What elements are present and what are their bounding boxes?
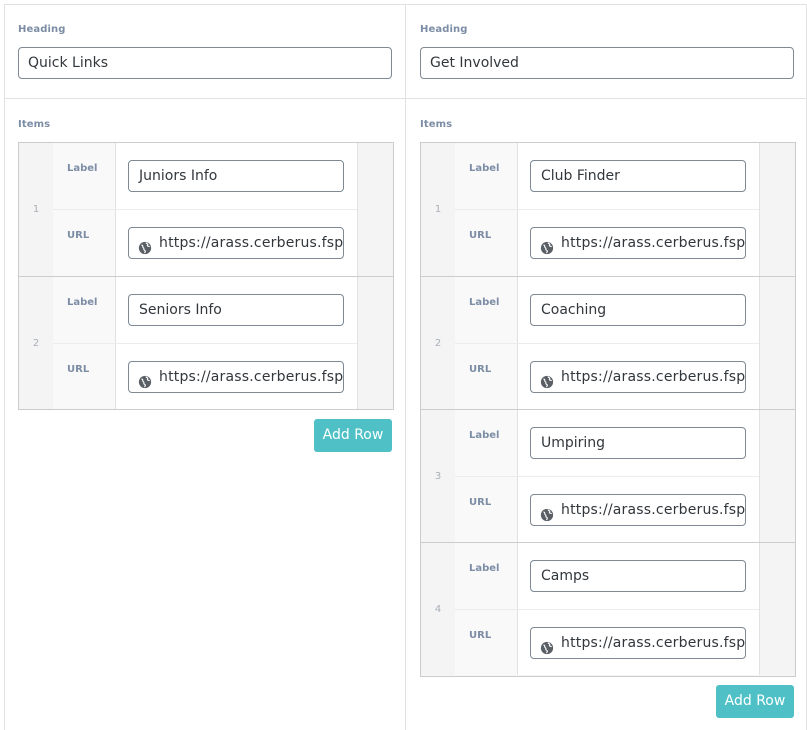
items-label: Items [420, 119, 453, 130]
row-number: 4 [434, 603, 442, 615]
repeater-row: 2 Label Seniors Info URL https://arass.cerbe… [19, 276, 393, 409]
url-field-label: URL [67, 230, 90, 241]
repeater-row: 1 Label Club Finder URL https://arass.cerber… [421, 143, 795, 276]
heading-label: Heading [18, 24, 66, 35]
row-number: 1 [434, 204, 442, 215]
label-field-label: Label [469, 163, 500, 174]
field-divider [53, 209, 357, 210]
label-input[interactable]: Umpiring [530, 427, 746, 459]
divider [4, 98, 405, 99]
url-value: https://arass.cerberus.fsp [561, 635, 746, 651]
url-field-label: URL [469, 497, 492, 508]
add-row-button[interactable]: Add Row [716, 685, 794, 718]
row-handle[interactable]: 3 [421, 410, 455, 542]
label-input[interactable]: Seniors Info [128, 294, 344, 326]
label-field-label: Label [469, 563, 500, 574]
url-input[interactable]: https://arass.cerberus.fsp [530, 361, 746, 393]
field-divider [455, 343, 759, 344]
repeater-row: 1 Label Juniors Info URL https://arass.cerbe… [19, 143, 393, 276]
url-input[interactable]: https://arass.cerberus.fsp [530, 627, 746, 659]
url-field-label: URL [469, 230, 492, 241]
label-field-label: Label [469, 297, 500, 308]
row-actions[interactable] [759, 410, 795, 542]
label-field-label: Label [67, 297, 98, 308]
heading-input[interactable]: Quick Links [18, 47, 392, 79]
divider [406, 98, 807, 99]
heading-label: Heading [420, 24, 468, 35]
row-number: 2 [434, 337, 442, 349]
label-input[interactable]: Juniors Info [128, 160, 344, 192]
row-actions[interactable] [357, 143, 393, 276]
row-number: 3 [434, 470, 442, 482]
column-right: Heading Get Involved Items 1 Label Club Fi… [405, 4, 807, 730]
items-repeater: 1 Label Juniors Info URL https://arass.cerbe… [18, 142, 394, 410]
url-input[interactable]: https://arass.cerberus.fsp [530, 227, 746, 259]
url-input[interactable]: https://arass.cerberus.fsp [128, 361, 344, 393]
field-divider [53, 343, 357, 344]
globe-icon [540, 236, 554, 255]
row-actions[interactable] [357, 277, 393, 409]
row-handle[interactable]: 2 [421, 277, 455, 409]
url-value: https://arass.cerberus.fsp [159, 369, 344, 385]
label-input[interactable]: Club Finder [530, 160, 746, 192]
url-field-label: URL [469, 364, 492, 375]
url-input[interactable]: https://arass.cerberus.fsp [530, 494, 746, 526]
field-divider [455, 476, 759, 477]
globe-icon [138, 236, 152, 255]
url-value: https://arass.cerberus.fsp [159, 235, 344, 251]
label-field-label: Label [469, 430, 500, 441]
row-handle[interactable]: 1 [421, 143, 455, 276]
globe-icon [540, 370, 554, 389]
row-number: 2 [32, 337, 40, 349]
globe-icon [540, 636, 554, 655]
row-actions[interactable] [759, 143, 795, 276]
row-handle[interactable]: 1 [19, 143, 53, 276]
repeater-row: 2 Label Coaching URL https://arass.cerberus.… [421, 276, 795, 409]
items-repeater: 1 Label Club Finder URL https://arass.cerber… [420, 142, 796, 677]
link-columns-editor: Heading Quick Links Items 1 Label Juniors … [0, 0, 807, 730]
label-field-label: Label [67, 163, 98, 174]
url-value: https://arass.cerberus.fsp [561, 369, 746, 385]
column-left: Heading Quick Links Items 1 Label Juniors … [4, 4, 405, 730]
row-actions[interactable] [759, 543, 795, 675]
repeater-row: 4 Label Camps URL https://arass.cerberus.fsp [421, 542, 795, 675]
url-field-label: URL [469, 630, 492, 641]
row-number: 1 [32, 204, 40, 215]
label-input[interactable]: Camps [530, 560, 746, 592]
globe-icon [540, 503, 554, 522]
url-field-label: URL [67, 364, 90, 375]
items-label: Items [18, 119, 51, 130]
repeater-row: 3 Label Umpiring URL https://arass.cerberus.… [421, 409, 795, 542]
label-input[interactable]: Coaching [530, 294, 746, 326]
heading-input[interactable]: Get Involved [420, 47, 794, 79]
field-divider [455, 209, 759, 210]
url-value: https://arass.cerberus.fsp [561, 235, 746, 251]
row-actions[interactable] [759, 277, 795, 409]
url-value: https://arass.cerberus.fsp [561, 502, 746, 518]
row-handle[interactable]: 4 [421, 543, 455, 675]
globe-icon [138, 370, 152, 389]
url-input[interactable]: https://arass.cerberus.fsp [128, 227, 344, 259]
row-handle[interactable]: 2 [19, 277, 53, 409]
add-row-button[interactable]: Add Row [314, 419, 392, 452]
field-divider [455, 609, 759, 610]
